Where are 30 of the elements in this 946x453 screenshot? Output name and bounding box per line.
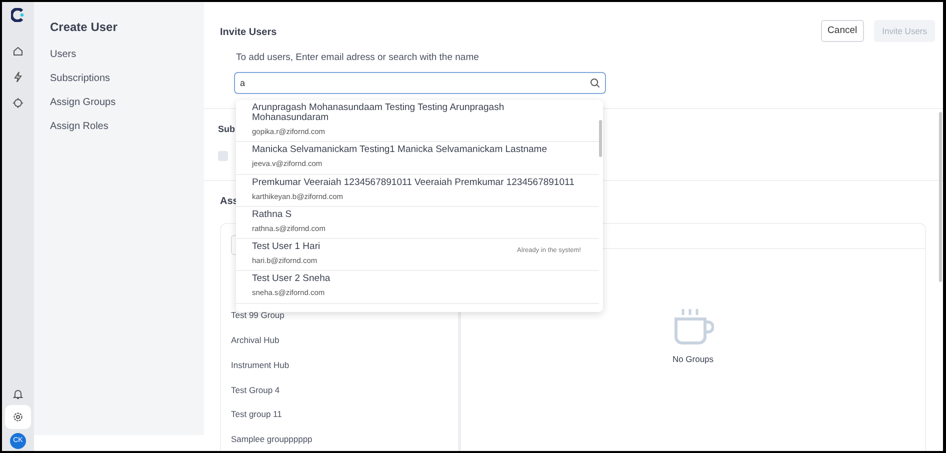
home-icon[interactable] xyxy=(12,45,24,57)
scrollbar[interactable] xyxy=(599,120,602,157)
cancel-button[interactable]: Cancel xyxy=(820,20,864,42)
instruction-text: To add users, Enter email adress or search with the name xyxy=(236,51,480,65)
section-title: Sub xyxy=(218,123,235,136)
group-item[interactable]: Test 99 Group xyxy=(231,309,448,322)
sidebar-title: Create User xyxy=(50,19,118,36)
checkbox[interactable] xyxy=(218,150,228,161)
sidebar-item[interactable]: Subscriptions xyxy=(50,71,204,86)
search-field[interactable]: a xyxy=(234,72,606,94)
sidebar-item[interactable]: Assign Roles xyxy=(50,119,204,134)
rail-button[interactable] xyxy=(5,405,31,429)
group-item[interactable]: Test Group 4 xyxy=(231,384,448,396)
group-item[interactable]: Samplee groupppppp xyxy=(231,433,448,446)
bell-icon[interactable] xyxy=(12,388,24,400)
cup-icon xyxy=(672,307,714,348)
settings-icon[interactable] xyxy=(12,411,24,423)
crosshair-icon[interactable] xyxy=(12,97,24,109)
page-title: Invite Users xyxy=(220,26,278,40)
group-item[interactable]: Archival Hub xyxy=(231,334,448,347)
sidebar-item[interactable]: Users xyxy=(50,47,204,62)
scrollbar[interactable] xyxy=(939,112,942,282)
logo-icon xyxy=(11,8,25,22)
group-item[interactable]: Instrument Hub xyxy=(231,358,448,372)
search-icon[interactable] xyxy=(590,78,600,88)
group-item[interactable]: Test group 11 xyxy=(231,408,448,421)
search-input[interactable]: a xyxy=(240,76,590,90)
bolt-icon[interactable] xyxy=(12,71,24,83)
empty-state-text: No Groups xyxy=(672,353,714,366)
sidebar-item[interactable]: Assign Groups xyxy=(50,95,204,110)
